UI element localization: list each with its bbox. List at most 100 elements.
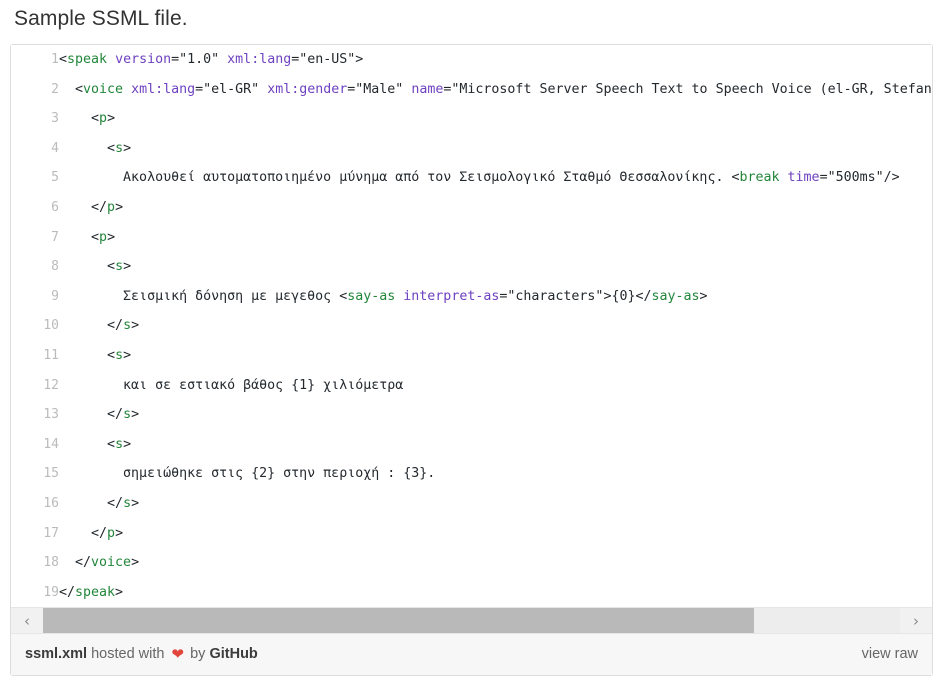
line-number: 15: [11, 459, 59, 489]
code-table: 1 <speak version="1.0" xml:lang="en-US"> 2…: [11, 45, 932, 608]
token-punct: </: [75, 555, 92, 571]
code-line: 8 <s>: [11, 252, 932, 282]
token-tag: break: [739, 170, 780, 186]
token-punct: >: [131, 495, 140, 511]
scroll-right-arrow-icon[interactable]: ›: [900, 608, 932, 634]
line-number: 11: [11, 340, 59, 371]
token-str: "Microsoft Server Speech Text to Speech …: [451, 81, 932, 97]
token-punct: <: [107, 140, 116, 156]
code-line-content: <s>: [59, 252, 932, 282]
token-tag: p: [107, 525, 116, 541]
line-number: 6: [11, 192, 59, 223]
code-line-content: Σεισμική δόνηση με μεγεθος <say-as inter…: [59, 282, 932, 312]
code-line-content: και σε εστιακό βάθος {1} χιλιόμετρα: [59, 371, 932, 401]
token-attr: xml:lang: [131, 81, 196, 97]
token-punct: >: [131, 318, 140, 334]
line-number: 3: [11, 104, 59, 134]
token-punct: <: [107, 259, 116, 275]
token-attr: xml:lang: [227, 52, 292, 67]
code-line: 19 </speak>: [11, 577, 932, 608]
token-attr: version: [115, 52, 172, 67]
token-str: "1.0": [179, 52, 220, 67]
code-table-body: 1 <speak version="1.0" xml:lang="en-US"> 2…: [11, 45, 932, 608]
hosted-with-label: hosted with: [91, 646, 165, 663]
token-str: "el-GR": [203, 81, 260, 97]
code-line-content: </s>: [59, 400, 932, 430]
token-txt: Σεισμική δόνηση με μεγεθος: [123, 288, 340, 304]
token-punct: [219, 52, 227, 67]
token-str: "en-US": [299, 52, 356, 67]
token-punct: </: [107, 318, 124, 334]
code-line-content: <s>: [59, 341, 932, 371]
line-number: 12: [11, 370, 59, 401]
code-line-content: <p>: [59, 104, 932, 134]
token-punct: [107, 52, 115, 67]
token-tag: p: [99, 111, 108, 127]
token-punct: >: [355, 52, 364, 67]
line-number: 19: [11, 577, 59, 608]
code-line-content: </speak>: [59, 578, 932, 608]
token-punct: <: [91, 111, 100, 127]
code-line: 11 <s>: [11, 340, 932, 371]
code-line: 7 <p>: [11, 222, 932, 253]
line-number: 18: [11, 548, 59, 578]
token-punct: >: [131, 407, 140, 423]
token-punct: >: [115, 199, 124, 215]
token-punct: >: [107, 229, 116, 245]
code-line: 12 και σε εστιακό βάθος {1} χιλιόμετρα: [11, 370, 932, 401]
token-tag: voice: [83, 81, 124, 97]
code-line: 3 <p>: [11, 104, 932, 134]
token-tag: s: [115, 347, 124, 363]
gist-filename[interactable]: ssml.xml: [25, 646, 87, 662]
scroll-left-arrow-icon[interactable]: ‹: [11, 608, 43, 634]
code-line-content: σημειώθηκε στις {2} στην περιοχή : {3}.: [59, 459, 932, 489]
view-raw-link[interactable]: view raw: [862, 646, 918, 662]
token-punct: <: [91, 229, 100, 245]
heart-icon: ❤: [171, 645, 185, 663]
code-line-content: <s>: [59, 430, 932, 460]
token-punct: </: [107, 495, 124, 511]
code-line-content: </s>: [59, 311, 932, 341]
token-punct: <: [107, 436, 116, 452]
token-tag: voice: [91, 555, 132, 571]
token-punct: <: [59, 52, 68, 67]
token-tag: p: [99, 229, 108, 245]
code-line: 9 Σεισμική δόνηση με μεγεθος <say-as int…: [11, 281, 932, 312]
token-tag: say-as: [347, 288, 396, 304]
line-number: 1: [11, 45, 59, 75]
token-tag: speak: [67, 52, 108, 67]
token-punct: >: [123, 436, 132, 452]
line-number: 14: [11, 429, 59, 460]
line-number: 7: [11, 222, 59, 253]
code-line: 5 Ακολουθεί αυτοματοποιημένο μύνημα από …: [11, 163, 932, 193]
token-tag: s: [115, 259, 124, 275]
code-line-content: <speak version="1.0" xml:lang="en-US">: [59, 45, 932, 75]
code-line: 15 σημειώθηκε στις {2} στην περιοχή : {3…: [11, 459, 932, 489]
token-attr: name: [411, 81, 444, 97]
scrollbar-thumb[interactable]: [43, 608, 755, 634]
code-line: 13 </s>: [11, 400, 932, 430]
token-txt: και σε εστιακό βάθος {1} χιλιόμετρα: [123, 377, 404, 393]
github-link[interactable]: GitHub: [209, 646, 257, 662]
token-punct: >: [123, 347, 132, 363]
token-punct: >: [115, 525, 124, 541]
token-tag: s: [123, 318, 132, 334]
token-attr: interpret-as: [403, 288, 500, 304]
horizontal-scrollbar[interactable]: ‹ ›: [11, 607, 932, 634]
token-punct: >{0}</: [603, 288, 652, 304]
token-punct: </: [59, 584, 76, 600]
token-attr: time: [787, 170, 820, 186]
token-str: "500ms": [827, 170, 884, 186]
token-punct: >: [123, 140, 132, 156]
token-tag: s: [115, 436, 124, 452]
token-tag: s: [123, 407, 132, 423]
token-punct: >: [123, 259, 132, 275]
code-line-content: </p>: [59, 519, 932, 549]
line-number: 16: [11, 488, 59, 519]
code-line: 4 <s>: [11, 133, 932, 164]
token-punct: [780, 170, 788, 185]
gist-footer: ssml.xml hosted with ❤ by GitHub view ra…: [11, 633, 932, 676]
code-line: 14 <s>: [11, 429, 932, 460]
token-punct: [123, 82, 131, 97]
scrollbar-track[interactable]: [43, 608, 900, 634]
